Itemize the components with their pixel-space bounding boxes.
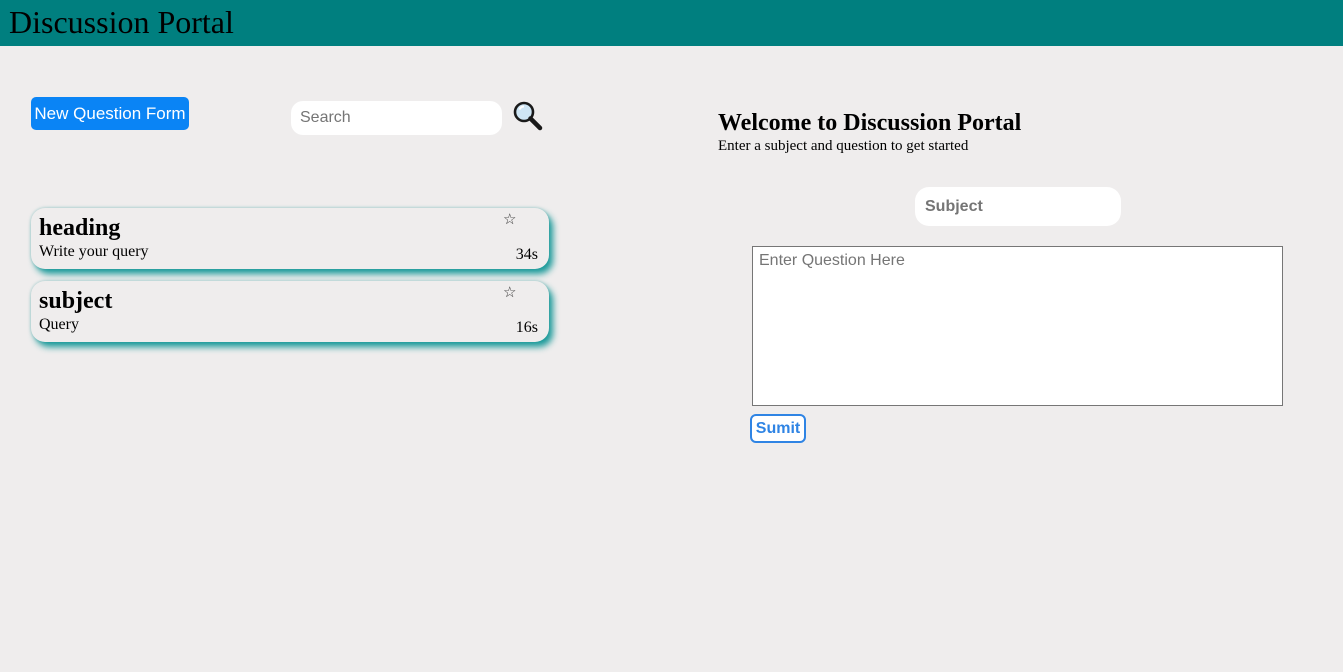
search-input[interactable]: Search <box>291 101 502 135</box>
new-question-form-button[interactable]: New Question Form <box>31 97 189 130</box>
welcome-subtitle: Enter a subject and question to get star… <box>718 138 969 154</box>
subject-input[interactable]: Subject <box>915 187 1121 226</box>
question-timestamp: 16s <box>515 319 538 336</box>
question-timestamp: 34s <box>515 246 538 263</box>
question-body: Write your query <box>39 243 149 260</box>
question-body: Query <box>39 316 79 333</box>
question-card[interactable]: heading Write your query ☆ 34s <box>31 208 549 269</box>
welcome-title: Welcome to Discussion Portal <box>718 110 1022 136</box>
question-card[interactable]: subject Query ☆ 16s <box>31 281 549 342</box>
question-title: subject <box>39 288 113 314</box>
question-textarea[interactable]: Enter Question Here <box>752 246 1283 406</box>
app-title: Discussion Portal <box>9 4 234 40</box>
question-title: heading <box>39 215 121 241</box>
submit-button[interactable]: Sumit <box>750 414 806 443</box>
star-icon[interactable]: ☆ <box>503 210 516 228</box>
magnifying-glass-icon[interactable] <box>512 100 544 132</box>
star-icon[interactable]: ☆ <box>503 283 516 301</box>
app-header: Discussion Portal <box>0 0 1343 46</box>
